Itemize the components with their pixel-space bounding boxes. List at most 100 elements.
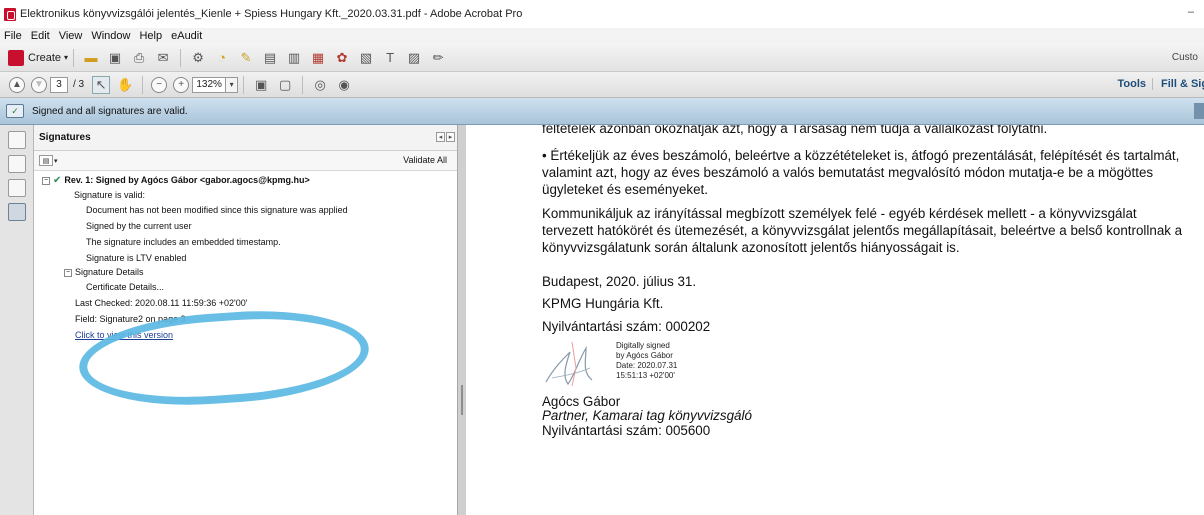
text-box-icon[interactable]: T (381, 49, 399, 67)
minimize-button[interactable]: – (1188, 6, 1194, 18)
doc-text-line: tervezett hatókörét és ütemezését, a kön… (542, 223, 1183, 238)
collapse-icon[interactable]: − (64, 268, 72, 277)
signature-panel-toggle-icon[interactable] (1194, 103, 1204, 119)
page-extract-icon[interactable]: ▧ (357, 49, 375, 67)
open-folder-icon[interactable]: ▬ (82, 49, 100, 67)
page-number-input[interactable]: 3 (50, 76, 68, 93)
fit-page-icon[interactable]: ▣ (252, 76, 270, 94)
fill-sign-button[interactable]: Fill & Sig (1152, 78, 1204, 90)
handwritten-signature-icon[interactable] (542, 338, 598, 390)
doc-text-line: feltételek azonban okozhatják azt, hogy … (542, 125, 1048, 136)
document-not-modified-line: Document has not been modified since thi… (86, 205, 348, 215)
navigation-toolbar: ▲ ▼ 3 / 3 ↖ ✋ − + 132% ▾ ▣ ▢ ◎ ◉ Tools F… (0, 72, 1204, 98)
toolbar-divider (180, 48, 182, 67)
attachments-icon[interactable] (8, 179, 26, 197)
stamp-line: 15:51:13 +02'00' (616, 371, 675, 380)
toolbar-divider (302, 75, 304, 94)
document-icon[interactable]: ▥ (285, 49, 303, 67)
panel-splitter[interactable] (458, 125, 466, 515)
signature-valid-line: Signature is valid: (74, 190, 146, 200)
company-registration: Nyilvántartási szám: 000202 (542, 319, 711, 334)
document-view: feltételek azonban okozhatják azt, hogy … (466, 125, 1204, 515)
zoom-dropdown-icon[interactable]: ▾ (226, 76, 239, 93)
fit-width-icon[interactable]: ▢ (276, 76, 294, 94)
signature-status-text: Signed and all signatures are valid. (32, 105, 188, 117)
city-date: Budapest, 2020. július 31. (542, 274, 697, 289)
save-icon[interactable]: ▣ (106, 49, 124, 67)
print-icon[interactable]: ⎙ (130, 49, 148, 67)
signed-by-current-user-line: Signed by the current user (86, 221, 192, 231)
read-aloud-icon[interactable]: ◉ (335, 76, 353, 94)
validate-all-button[interactable]: Validate All (403, 155, 447, 165)
signature-status-bar: ✓ Signed and all signatures are valid. (0, 98, 1204, 125)
doc-text-line: könyvvizsgálatunk során általunk azonosí… (542, 240, 960, 255)
signatures-panel-header: Signatures ◂ ▸ (34, 125, 457, 151)
window-title: Elektronikus könyvvizsgálói jelentés_Kie… (20, 8, 523, 20)
signatures-panel: Signatures ◂ ▸ ▤ ▾ Validate All − ✔ Rev. 1… (34, 125, 458, 515)
page-thumbnails-icon[interactable] (8, 131, 26, 149)
create-pdf-icon (8, 49, 24, 66)
embedded-timestamp-line: The signature includes an embedded times… (86, 237, 281, 247)
signature-revision-label: Rev. 1: Signed by Agócs Gábor <gabor.ago… (64, 175, 310, 185)
stamp-line: by Agócs Gábor (616, 351, 673, 360)
create-button[interactable]: Create ▾ (8, 49, 69, 66)
menu-window[interactable]: Window (91, 30, 130, 42)
signatures-panel-title: Signatures (39, 132, 91, 143)
read-mode-icon[interactable]: ◎ (311, 76, 329, 94)
customize-label[interactable]: Custo (1172, 52, 1198, 63)
doc-text-line: valamint azt, hogy az éves beszámoló a v… (542, 165, 1154, 180)
signature-details-label: Signature Details (75, 267, 144, 277)
toolbar-divider (73, 48, 75, 67)
stamp-line: Date: 2020.07.31 (616, 361, 678, 370)
last-checked-line: Last Checked: 2020.08.11 11:59:36 +02'00… (75, 298, 248, 308)
menu-file[interactable]: File (4, 30, 22, 42)
zoom-in-icon[interactable]: + (173, 76, 190, 93)
acrobat-icon (4, 7, 16, 21)
select-cursor-icon[interactable]: ↖ (92, 75, 111, 94)
settings-gear-icon[interactable]: ⚙ (189, 49, 207, 67)
signer-registration: Nyilvántartási szám: 005600 (542, 423, 711, 438)
bookmarks-icon[interactable] (8, 155, 26, 173)
collapse-panel-icon[interactable]: ◂ (436, 132, 445, 142)
options-menu-icon[interactable]: ▤ (39, 155, 53, 166)
hand-tool-icon[interactable]: ✋ (116, 76, 134, 94)
doc-text-line: ügyleteket és eseményeket. (542, 182, 708, 197)
zoom-out-icon[interactable]: − (151, 76, 168, 93)
digital-signature-stamp[interactable]: Digitally signed by Agócs Gábor Date: 20… (616, 341, 677, 381)
certificate-details-link[interactable]: Certificate Details... (86, 282, 164, 292)
stamp-line: Digitally signed (616, 341, 670, 350)
tools-button[interactable]: Tools (1117, 78, 1146, 90)
menu-edit[interactable]: Edit (31, 30, 50, 42)
email-icon[interactable]: ✉ (154, 49, 172, 67)
main-toolbar: Create ▾ ▬ ▣ ⎙ ✉ ⚙ ◔ ✎ ▤ ▥ ▦ ✿ ▧ T ▨ ✏ C… (0, 44, 1204, 72)
pencil-icon[interactable]: ✏ (429, 49, 447, 67)
signatures-icon[interactable] (8, 203, 26, 221)
signature-details-row[interactable]: − Signature Details (64, 267, 144, 277)
menu-view[interactable]: View (59, 30, 83, 42)
doc-text-line: Kommunikáljuk az irányítással megbízott … (542, 206, 1137, 221)
view-version-link[interactable]: Click to view this version (75, 330, 173, 340)
collapse-icon[interactable]: − (42, 176, 50, 185)
ltv-enabled-line: Signature is LTV enabled (86, 253, 187, 263)
stamp-icon[interactable]: ▤ (261, 49, 279, 67)
toolbar-divider (243, 75, 245, 94)
zoom-level-input[interactable]: 132% (192, 76, 227, 93)
highlight-icon[interactable]: ✎ (237, 49, 255, 67)
splitter-grip[interactable] (461, 385, 463, 415)
signature-revision-row[interactable]: − ✔ Rev. 1: Signed by Agócs Gábor <gabor.a… (42, 175, 310, 186)
menu-help[interactable]: Help (139, 30, 162, 42)
measure-icon[interactable]: ▨ (405, 49, 423, 67)
chevron-down-icon: ▾ (64, 53, 69, 62)
previous-page-icon[interactable]: ▲ (9, 76, 25, 93)
create-label: Create (28, 51, 62, 64)
panel-options-icon[interactable]: ▸ (446, 132, 455, 142)
signature-check-icon: ✔ (53, 175, 62, 186)
chevron-down-icon: ▾ (54, 157, 58, 165)
next-page-icon[interactable]: ▼ (31, 76, 47, 93)
secure-icon[interactable]: ✿ (333, 49, 351, 67)
signature-field-line: Field: Signature2 on page 3 (75, 314, 186, 324)
doc-text-line: • Értékeljük az éves beszámoló, beleértv… (542, 148, 1180, 163)
form-icon[interactable]: ▦ (309, 49, 327, 67)
menu-eaudit[interactable]: eAudit (171, 30, 202, 42)
comment-icon[interactable]: ◔ (213, 49, 231, 67)
